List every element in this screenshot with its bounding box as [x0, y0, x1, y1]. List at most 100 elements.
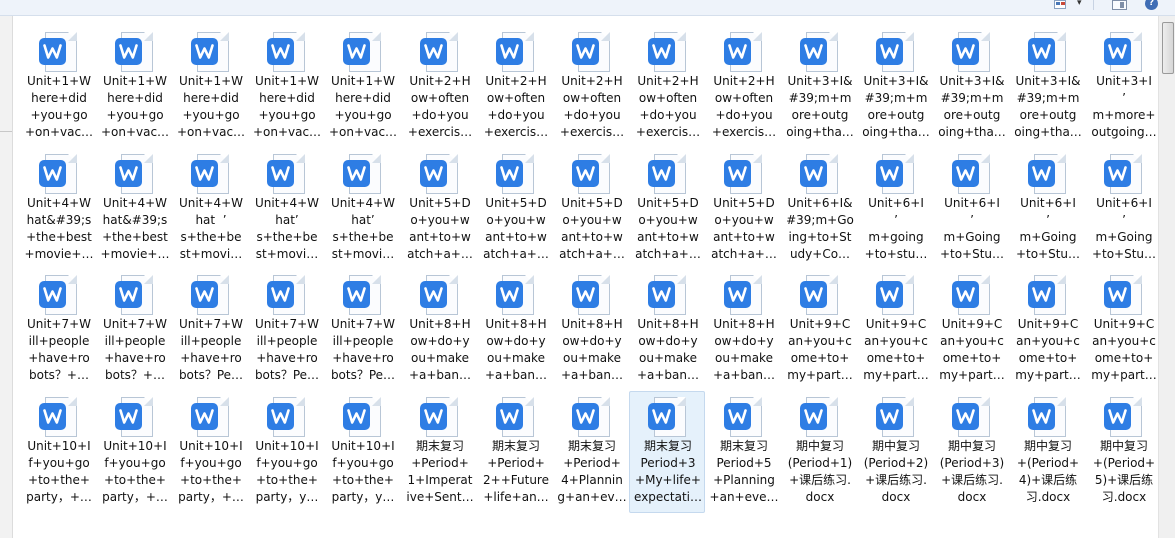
w-logo-icon: [343, 281, 370, 308]
file-item[interactable]: Unit+9+C an+you+c ome+to+ my+part…: [1085, 269, 1161, 391]
file-item[interactable]: Unit+5+D o+you+w ant+to+w atch+a+…: [629, 148, 705, 270]
file-item[interactable]: Unit+5+D o+you+w ant+to+w atch+a+…: [553, 148, 629, 270]
file-item[interactable]: Unit+10+I f+you+go +to+the+ party，+…: [172, 391, 248, 513]
file-item[interactable]: 期末复习 +Period+ 2++Future +life+an…: [477, 391, 553, 513]
file-item[interactable]: Unit+6+I& #39;m+Go ing+to+St udy+Co…: [781, 148, 857, 270]
file-item[interactable]: Unit+1+W here+did +you+go +on+vac…: [324, 26, 400, 148]
file-item[interactable]: Unit+2+H ow+often +do+you +exercis…: [705, 26, 781, 148]
file-item[interactable]: Unit+1+W here+did +you+go +on+vac…: [96, 26, 172, 148]
file-item[interactable]: 期末复习 +Period+ 1+Imperat ive+Sent…: [401, 391, 477, 513]
file-item[interactable]: 期末复习 Period+3 +My+life+ expectati…: [629, 391, 705, 513]
w-logo-icon: [191, 38, 218, 65]
file-item[interactable]: Unit+8+H ow+do+y ou+make +a+ban…: [553, 269, 629, 391]
file-name: Unit+9+C an+you+c ome+to+ my+part…: [787, 317, 853, 382]
wps-document-icon: [952, 275, 990, 315]
file-item[interactable]: 期末复习 +Period+ 4+Plannin g+an+ev…: [553, 391, 629, 513]
w-logo-icon: [420, 281, 447, 308]
file-item[interactable]: Unit+9+C an+you+c ome+to+ my+part…: [1009, 269, 1085, 391]
w-logo-icon: [1028, 38, 1055, 65]
file-item[interactable]: Unit+3+I& #39;m+m ore+outg oing+tha…: [1009, 26, 1085, 148]
file-item[interactable]: Unit+3+I& #39;m+m ore+outg oing+tha…: [933, 26, 1009, 148]
file-item[interactable]: Unit+9+C an+you+c ome+to+ my+part…: [933, 269, 1009, 391]
wps-document-icon: [191, 275, 229, 315]
file-item[interactable]: Unit+2+H ow+often +do+you +exercis…: [401, 26, 477, 148]
file-name: Unit+4+W hat&#39;s +the+best +movie+…: [24, 196, 94, 261]
wps-document-icon: [572, 32, 610, 72]
w-logo-icon: [876, 38, 903, 65]
file-item[interactable]: 期中复习 +(Period+ 5)+课后练 习.docx: [1085, 391, 1161, 513]
file-name: Unit+9+C an+you+c ome+to+ my+part…: [939, 317, 1005, 382]
wps-document-icon: [1028, 32, 1066, 72]
file-item[interactable]: Unit+8+H ow+do+y ou+make +a+ban…: [477, 269, 553, 391]
w-logo-icon: [496, 160, 523, 187]
file-name: Unit+1+W here+did +you+go +on+vac…: [100, 74, 170, 139]
scrollbar-thumb[interactable]: [1162, 22, 1174, 74]
file-item[interactable]: Unit+4+W hat’ s+the+be st+movi…: [324, 148, 400, 270]
file-item[interactable]: Unit+5+D o+you+w ant+to+w atch+a+…: [401, 148, 477, 270]
file-item[interactable]: Unit+6+I ’ m+going +to+stu…: [857, 148, 933, 270]
w-logo-icon: [39, 160, 66, 187]
file-item[interactable]: Unit+7+W ill+people +have+ro bots？+…: [20, 269, 96, 391]
file-item[interactable]: Unit+10+I f+you+go +to+the+ party，+…: [96, 391, 172, 513]
w-logo-icon: [496, 403, 523, 430]
file-item[interactable]: 期中复习 (Period+3) +课后练习. docx: [933, 391, 1009, 513]
file-item[interactable]: Unit+1+W here+did +you+go +on+vac…: [248, 26, 324, 148]
file-item[interactable]: Unit+4+W hat&#39;s +the+best +movie+…: [20, 148, 96, 270]
w-logo-icon: [1028, 403, 1055, 430]
file-item[interactable]: Unit+3+I& #39;m+m ore+outg oing+tha…: [781, 26, 857, 148]
file-name: Unit+10+I f+you+go +to+the+ party，+…: [102, 439, 168, 504]
file-name: Unit+2+H ow+often +do+you +exercis…: [711, 74, 777, 139]
file-item[interactable]: Unit+4+W hat ’ s+the+be st+movi…: [172, 148, 248, 270]
w-logo-icon: [343, 38, 370, 65]
file-item[interactable]: 期中复习 (Period+2) +课后练习. docx: [857, 391, 933, 513]
file-name: Unit+7+W ill+people +have+ro bots？Pe…: [178, 317, 244, 382]
file-item[interactable]: Unit+7+W ill+people +have+ro bots？Pe…: [324, 269, 400, 391]
file-item[interactable]: Unit+10+I f+you+go +to+the+ party，y…: [248, 391, 324, 513]
wps-document-icon: [800, 275, 838, 315]
file-item[interactable]: Unit+1+W here+did +you+go +on+vac…: [20, 26, 96, 148]
w-logo-icon: [191, 281, 218, 308]
file-item[interactable]: Unit+4+W hat’ s+the+be st+movi…: [248, 148, 324, 270]
w-logo-icon: [800, 38, 827, 65]
wps-document-icon: [191, 154, 229, 194]
file-name: 期末复习 +Period+ 1+Imperat ive+Sent…: [406, 439, 474, 504]
file-item[interactable]: Unit+6+I ’ m+Going +to+Stu…: [1085, 148, 1161, 270]
file-item[interactable]: Unit+1+W here+did +you+go +on+vac…: [172, 26, 248, 148]
file-name: 期末复习 +Period+ 2++Future +life+an…: [483, 439, 549, 504]
vertical-scrollbar[interactable]: [1158, 16, 1175, 538]
file-item[interactable]: Unit+6+I ’ m+Going +to+Stu…: [933, 148, 1009, 270]
w-logo-icon: [1028, 160, 1055, 187]
file-item[interactable]: 期末复习 Period+5 +Planning +an+eve…: [705, 391, 781, 513]
file-item[interactable]: Unit+8+H ow+do+y ou+make +a+ban…: [629, 269, 705, 391]
file-item[interactable]: Unit+9+C an+you+c ome+to+ my+part…: [857, 269, 933, 391]
file-item[interactable]: Unit+9+C an+you+c ome+to+ my+part…: [781, 269, 857, 391]
file-item[interactable]: Unit+8+H ow+do+y ou+make +a+ban…: [401, 269, 477, 391]
file-name: Unit+8+H ow+do+y ou+make +a+ban…: [636, 317, 700, 382]
w-logo-icon: [39, 281, 66, 308]
file-item[interactable]: Unit+2+H ow+often +do+you +exercis…: [553, 26, 629, 148]
wps-document-icon: [39, 397, 77, 437]
file-item[interactable]: Unit+5+D o+you+w ant+to+w atch+a+…: [705, 148, 781, 270]
file-item[interactable]: Unit+5+D o+you+w ant+to+w atch+a+…: [477, 148, 553, 270]
file-item[interactable]: Unit+2+H ow+often +do+you +exercis…: [477, 26, 553, 148]
file-name: 期中复习 +(Period+ 5)+课后练 习.docx: [1092, 439, 1156, 504]
file-name: Unit+6+I ’ m+Going +to+Stu…: [939, 196, 1005, 261]
file-item[interactable]: Unit+3+I& #39;m+m ore+outg oing+tha…: [857, 26, 933, 148]
file-item[interactable]: Unit+10+I f+you+go +to+the+ party，+…: [20, 391, 96, 513]
file-item[interactable]: Unit+7+W ill+people +have+ro bots？Pe…: [172, 269, 248, 391]
file-item[interactable]: 期中复习 (Period+1) +课后练习. docx: [781, 391, 857, 513]
file-item[interactable]: Unit+7+W ill+people +have+ro bots？+…: [96, 269, 172, 391]
file-item[interactable]: Unit+2+H ow+often +do+you +exercis…: [629, 26, 705, 148]
file-item[interactable]: 期中复习 +(Period+ 4)+课后练 习.docx: [1009, 391, 1085, 513]
file-item[interactable]: Unit+8+H ow+do+y ou+make +a+ban…: [705, 269, 781, 391]
file-item[interactable]: Unit+10+I f+you+go +to+the+ party，y…: [324, 391, 400, 513]
wps-document-icon: [496, 154, 534, 194]
file-name: Unit+3+I ’ m+more+ outgoing…: [1091, 74, 1157, 139]
wps-document-icon: [876, 32, 914, 72]
file-name: Unit+8+H ow+do+y ou+make +a+ban…: [712, 317, 776, 382]
file-item[interactable]: Unit+3+I ’ m+more+ outgoing…: [1085, 26, 1161, 148]
wps-document-icon: [39, 275, 77, 315]
file-item[interactable]: Unit+6+I ’ m+Going +to+Stu…: [1009, 148, 1085, 270]
file-item[interactable]: Unit+7+W ill+people +have+ro bots？Pe…: [248, 269, 324, 391]
file-item[interactable]: Unit+4+W hat&#39;s +the+best +movie+…: [96, 148, 172, 270]
